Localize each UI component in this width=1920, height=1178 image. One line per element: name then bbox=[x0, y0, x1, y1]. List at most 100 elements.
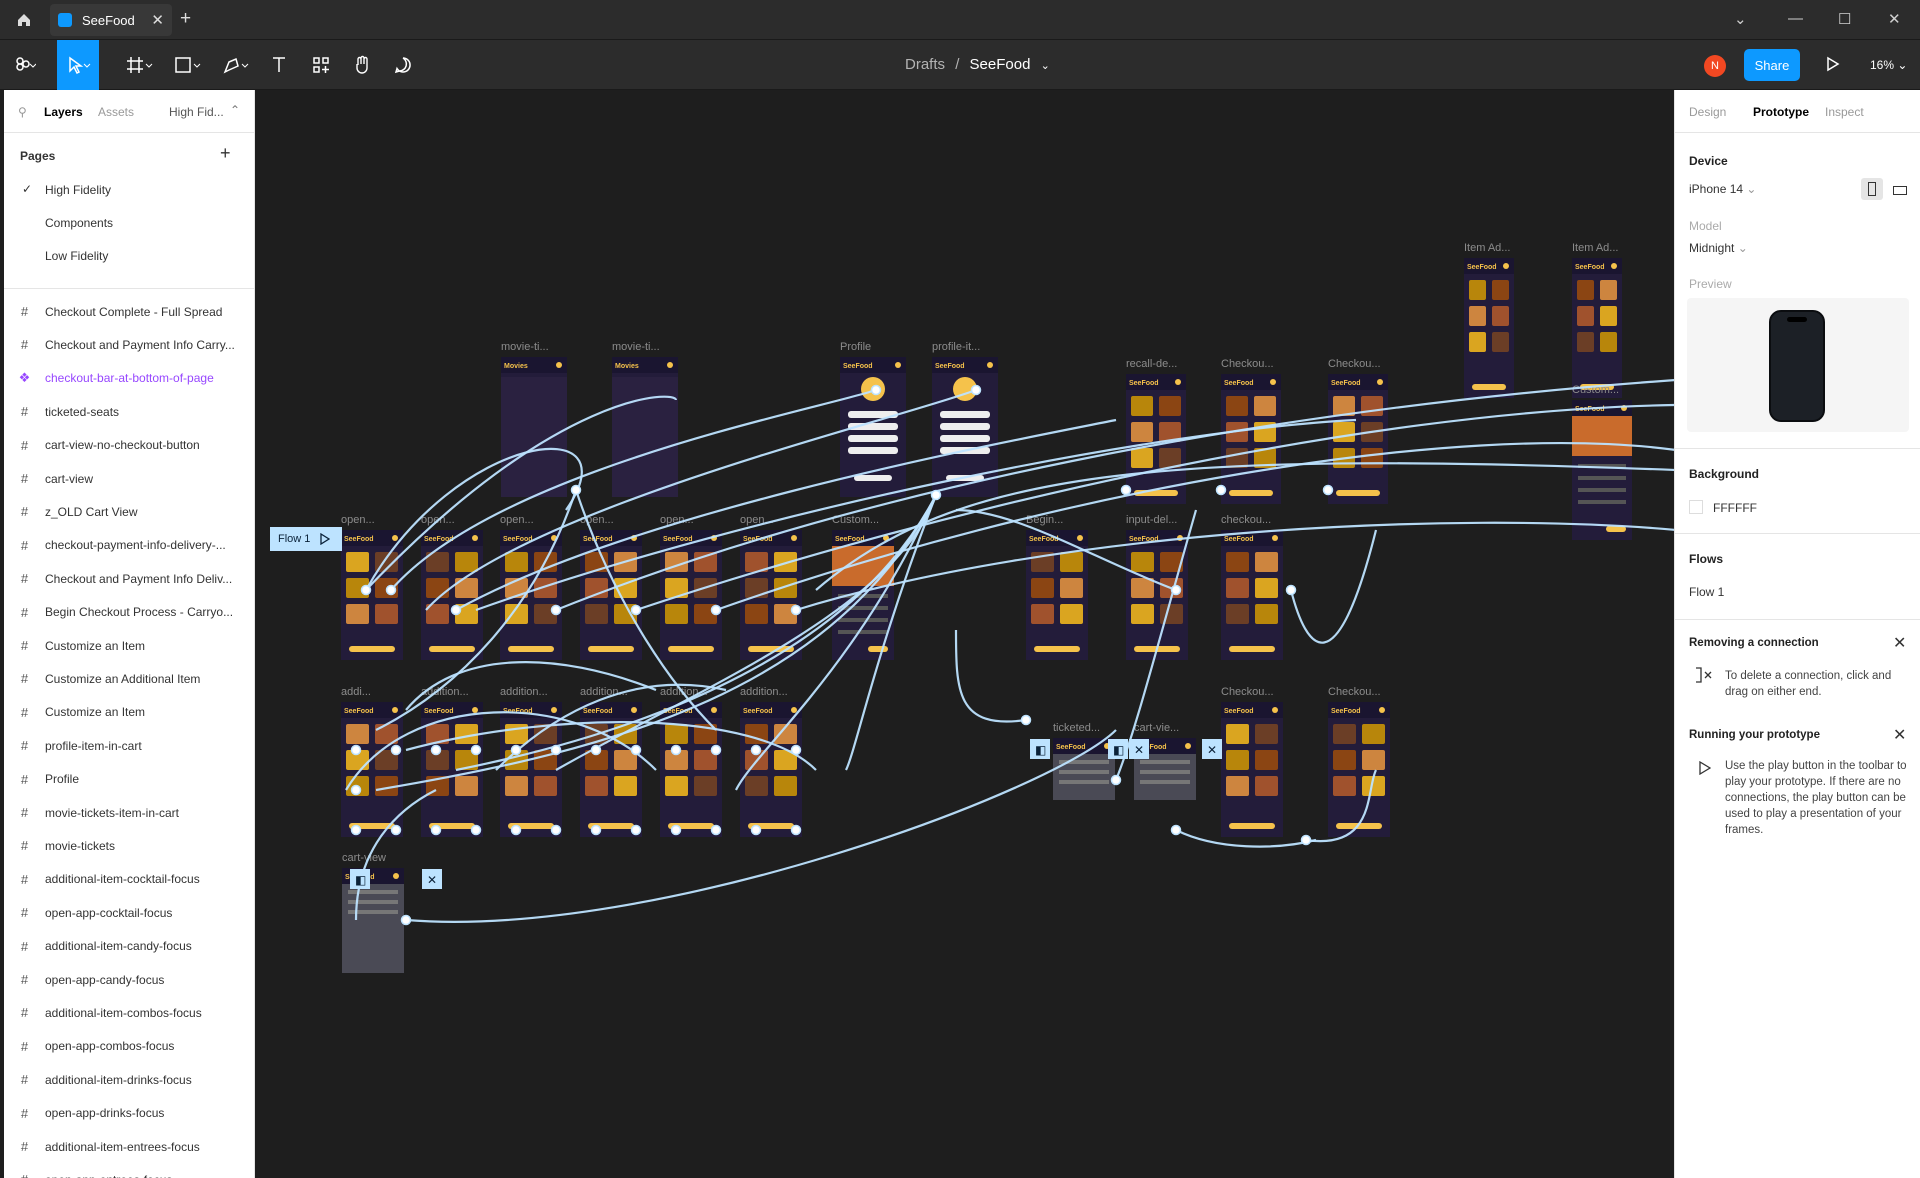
layer-item[interactable]: # Customize an Item bbox=[4, 696, 254, 729]
search-icon[interactable]: ⚲ bbox=[18, 105, 27, 119]
resources-tool[interactable] bbox=[300, 40, 342, 90]
close-icon[interactable]: ✕ bbox=[1893, 725, 1906, 745]
main-menu-button[interactable] bbox=[4, 40, 46, 90]
layer-item[interactable]: # open-app-candy-focus bbox=[4, 963, 254, 996]
connection-handle[interactable] bbox=[1300, 834, 1312, 846]
prototype-canvas[interactable]: Item Ad... SeeFood Item Ad... SeeFood movie-… bbox=[256, 90, 1674, 1178]
page-item-high-fidelity[interactable]: High Fidelity bbox=[45, 183, 111, 197]
page-selector[interactable]: High Fid... bbox=[169, 105, 224, 119]
close-window-button[interactable]: ✕ bbox=[1888, 10, 1901, 28]
connection-handle[interactable] bbox=[710, 744, 722, 756]
layer-item[interactable]: ❖ checkout-bar-at-bottom-of-page bbox=[4, 362, 254, 395]
close-icon[interactable]: ✕ bbox=[1893, 633, 1906, 653]
layer-item[interactable]: # movie-tickets-item-in-cart bbox=[4, 796, 254, 829]
connection-handle[interactable] bbox=[1170, 584, 1182, 596]
layer-item[interactable]: # additional-item-entrees-focus bbox=[4, 1130, 254, 1163]
connection-handle[interactable] bbox=[750, 744, 762, 756]
layer-item[interactable]: # Customize an Additional Item bbox=[4, 662, 254, 695]
connection-handle[interactable] bbox=[970, 384, 982, 396]
layer-item[interactable]: # cart-view-no-checkout-button bbox=[4, 429, 254, 462]
connection-handle[interactable] bbox=[570, 484, 582, 496]
connection-handle[interactable] bbox=[870, 384, 882, 396]
connection-handle[interactable] bbox=[430, 744, 442, 756]
connection-handle[interactable] bbox=[350, 784, 362, 796]
shape-tool[interactable] bbox=[166, 40, 208, 90]
comment-tool[interactable] bbox=[382, 40, 424, 90]
flow-item[interactable]: Flow 1 bbox=[1689, 585, 1724, 599]
device-select[interactable]: iPhone 14 ⌄ bbox=[1689, 182, 1756, 196]
connection-handle[interactable] bbox=[360, 584, 372, 596]
tab-assets[interactable]: Assets bbox=[98, 105, 134, 119]
layer-item[interactable]: # checkout-payment-info-delivery-... bbox=[4, 529, 254, 562]
flow-starting-point[interactable]: Flow 1 bbox=[270, 527, 342, 551]
connection-handle[interactable] bbox=[430, 824, 442, 836]
connection-handle[interactable] bbox=[390, 824, 402, 836]
connection-handle[interactable] bbox=[670, 744, 682, 756]
connection-handle[interactable] bbox=[710, 604, 722, 616]
zoom-level[interactable]: 16% ⌄ bbox=[1870, 58, 1907, 72]
tab-inspect[interactable]: Inspect bbox=[1825, 105, 1864, 119]
frame-tool[interactable] bbox=[118, 40, 160, 90]
pen-tool[interactable] bbox=[214, 40, 256, 90]
layer-item[interactable]: # Profile bbox=[4, 763, 254, 796]
play-icon[interactable] bbox=[320, 533, 331, 545]
minimize-button[interactable]: — bbox=[1788, 10, 1803, 27]
background-swatch[interactable] bbox=[1689, 500, 1703, 514]
layer-item[interactable]: # z_OLD Cart View bbox=[4, 495, 254, 528]
avatar[interactable]: N bbox=[1704, 55, 1726, 77]
connection-handle[interactable] bbox=[630, 604, 642, 616]
connection-handle[interactable] bbox=[590, 824, 602, 836]
layer-item[interactable]: # open-app-cocktail-focus bbox=[4, 896, 254, 929]
connection-handle[interactable] bbox=[1170, 824, 1182, 836]
layer-item[interactable]: # cart-view bbox=[4, 462, 254, 495]
layer-item[interactable]: # additional-item-combos-focus bbox=[4, 996, 254, 1029]
layer-item[interactable]: # Checkout and Payment Info Deliv... bbox=[4, 562, 254, 595]
connection-handle[interactable] bbox=[1110, 774, 1122, 786]
layer-item[interactable]: # open-app-drinks-focus bbox=[4, 1097, 254, 1130]
connection-handle[interactable] bbox=[670, 824, 682, 836]
connection-handle[interactable] bbox=[790, 744, 802, 756]
connection-handle[interactable] bbox=[630, 744, 642, 756]
layer-item[interactable]: # additional-item-cocktail-focus bbox=[4, 863, 254, 896]
layer-item[interactable]: # Checkout Complete - Full Spread bbox=[4, 295, 254, 328]
layer-item[interactable]: # Begin Checkout Process - Carryo... bbox=[4, 596, 254, 629]
connection-handle[interactable] bbox=[790, 604, 802, 616]
connection-handle[interactable] bbox=[350, 744, 362, 756]
present-button[interactable] bbox=[1826, 56, 1840, 77]
model-select[interactable]: Midnight ⌄ bbox=[1689, 241, 1748, 255]
text-tool[interactable] bbox=[258, 40, 300, 90]
landscape-toggle[interactable] bbox=[1893, 182, 1907, 200]
close-tab-icon[interactable]: ✕ bbox=[151, 11, 164, 29]
connection-handle[interactable] bbox=[750, 824, 762, 836]
connection-handle[interactable] bbox=[630, 824, 642, 836]
breadcrumb-file[interactable]: SeeFood bbox=[970, 56, 1031, 73]
connection-handle[interactable] bbox=[1020, 714, 1032, 726]
connection-handle[interactable] bbox=[390, 744, 402, 756]
breadcrumb-drafts[interactable]: Drafts bbox=[905, 56, 945, 73]
connection-handle[interactable] bbox=[350, 824, 362, 836]
connection-handle[interactable] bbox=[1120, 484, 1132, 496]
tab-prototype[interactable]: Prototype bbox=[1753, 105, 1809, 119]
connection-handle[interactable] bbox=[790, 824, 802, 836]
hand-tool[interactable] bbox=[341, 40, 383, 90]
canvas[interactable]: Item Ad... SeeFood Item Ad... SeeFood movie-… bbox=[256, 90, 1674, 1178]
layer-item[interactable]: # ticketed-seats bbox=[4, 395, 254, 428]
layer-item[interactable]: # movie-tickets bbox=[4, 829, 254, 862]
connection-handle[interactable] bbox=[1215, 484, 1227, 496]
connection-handle[interactable] bbox=[470, 744, 482, 756]
connection-handle[interactable] bbox=[470, 824, 482, 836]
connection-handle[interactable] bbox=[550, 744, 562, 756]
connection-handle[interactable] bbox=[510, 824, 522, 836]
connection-handle[interactable] bbox=[510, 744, 522, 756]
layer-item[interactable]: # profile-item-in-cart bbox=[4, 729, 254, 762]
layer-item[interactable]: # Customize an Item bbox=[4, 629, 254, 662]
connection-handle[interactable] bbox=[400, 914, 412, 926]
layer-item[interactable]: # additional-item-candy-focus bbox=[4, 930, 254, 963]
connection-handle[interactable] bbox=[710, 824, 722, 836]
connection-handle[interactable] bbox=[550, 604, 562, 616]
connection-handle[interactable] bbox=[450, 604, 462, 616]
connection-handle[interactable] bbox=[1322, 484, 1334, 496]
connection-handle[interactable] bbox=[590, 744, 602, 756]
portrait-toggle[interactable] bbox=[1861, 178, 1883, 200]
layer-item[interactable]: # open-app-combos-focus bbox=[4, 1030, 254, 1063]
